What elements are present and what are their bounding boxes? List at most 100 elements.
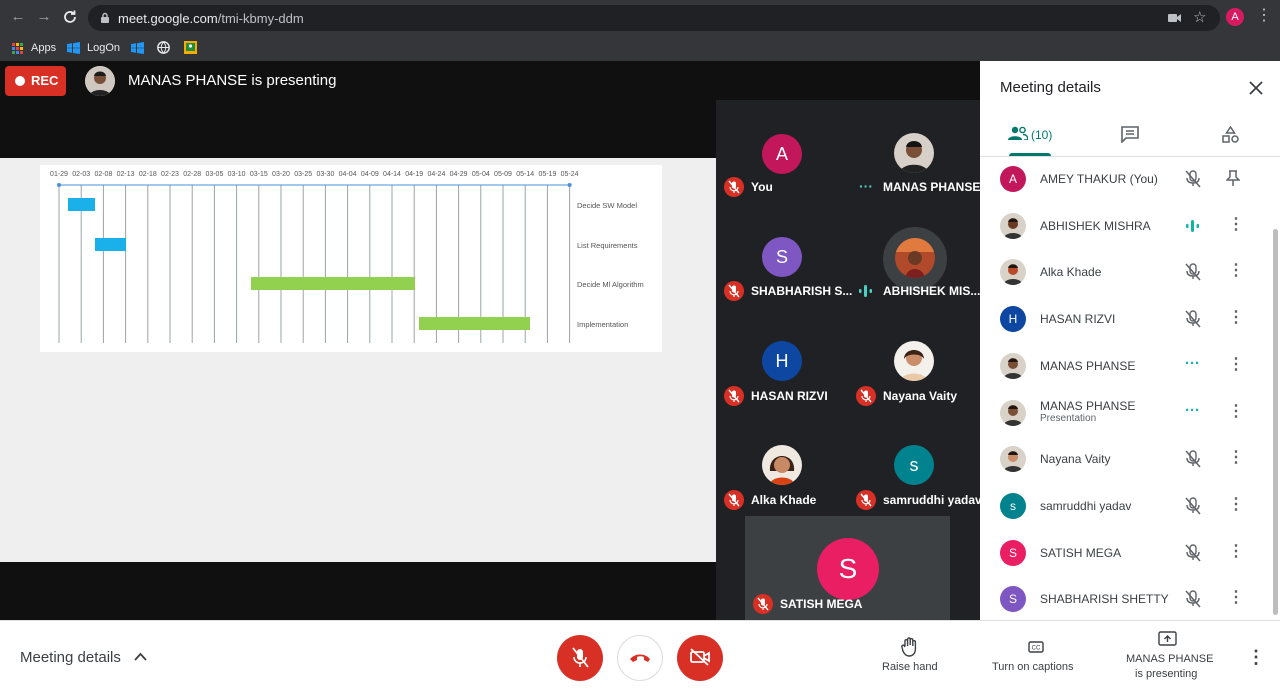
close-icon[interactable] bbox=[1249, 81, 1263, 95]
captions-icon: CC bbox=[1028, 641, 1044, 653]
chat-icon bbox=[1121, 126, 1139, 143]
gantt-date-label: 04-29 bbox=[450, 171, 468, 178]
presenting-title: MANAS PHANSE is presenting bbox=[128, 72, 337, 89]
back-arrow-icon[interactable]: ← bbox=[9, 8, 27, 26]
gantt-date-label: 05-14 bbox=[516, 171, 534, 178]
gantt-date-label: 03-25 bbox=[294, 171, 312, 178]
mic-off-icon bbox=[1185, 590, 1201, 608]
windows-bookmark-icon[interactable] bbox=[131, 42, 144, 54]
more-options-icon[interactable]: ⋮ bbox=[1247, 647, 1265, 667]
record-dot-icon bbox=[15, 76, 25, 86]
bookmark-logon[interactable]: LogOn bbox=[67, 39, 120, 57]
gantt-date-label: 04-14 bbox=[383, 171, 401, 178]
participant-name: SHABHARISH SHETTY bbox=[1040, 592, 1169, 607]
participant-row[interactable]: H HASAN RIZVI ⋮ bbox=[980, 296, 1280, 342]
participant-row[interactable]: MANAS PHANSE ··· ⋮ bbox=[980, 343, 1280, 389]
tile-name: SHABHARISH S... bbox=[751, 284, 853, 298]
mic-off-icon bbox=[724, 490, 744, 510]
tab-people[interactable]: (10) bbox=[980, 116, 1080, 156]
bookmark-apps[interactable]: Apps bbox=[12, 39, 56, 57]
mic-off-icon bbox=[724, 386, 744, 406]
participant-row[interactable]: Nayana Vaity ⋮ bbox=[980, 436, 1280, 482]
tile-avatar bbox=[894, 341, 934, 381]
gantt-date-label: 02-13 bbox=[117, 171, 135, 178]
people-count: (10) bbox=[1031, 128, 1053, 142]
bookmarks-bar: Apps LogOn bbox=[0, 35, 1280, 61]
tile-avatar: s bbox=[894, 445, 934, 485]
gantt-date-label: 04-24 bbox=[427, 171, 445, 178]
more-options-icon[interactable]: ⋮ bbox=[1228, 449, 1244, 467]
more-options-icon[interactable]: ⋮ bbox=[1228, 589, 1244, 607]
classroom-icon[interactable] bbox=[184, 41, 197, 54]
participant-row[interactable]: A AMEY THAKUR (You) bbox=[980, 156, 1280, 202]
dots-icon: ··· bbox=[859, 178, 873, 194]
captions-button[interactable]: CC Turn on captions bbox=[990, 631, 1082, 685]
address-bar[interactable]: meet.google.com/tmi-kbmy-ddm ☆ bbox=[88, 5, 1220, 31]
profile-avatar[interactable]: A bbox=[1226, 8, 1244, 26]
gantt-date-label: 03-05 bbox=[205, 171, 223, 178]
participant-avatar: H bbox=[1000, 306, 1026, 333]
gantt-date-label: 02-03 bbox=[72, 171, 90, 178]
more-options-icon[interactable]: ⋮ bbox=[1228, 543, 1244, 561]
apps-grid-icon bbox=[12, 43, 23, 54]
satish-tile: S SATISH MEGA bbox=[745, 516, 950, 620]
gantt-date-label: 04-04 bbox=[339, 171, 357, 178]
participant-row[interactable]: s samruddhi yadav ⋮ bbox=[980, 483, 1280, 529]
participant-row[interactable]: ABHISHEK MISHRA ⋮ bbox=[980, 203, 1280, 249]
star-icon[interactable]: ☆ bbox=[1193, 8, 1206, 26]
participant-avatar: S bbox=[1000, 539, 1026, 566]
tile-avatar: S bbox=[817, 538, 879, 600]
url-text: meet.google.com/tmi-kbmy-ddm bbox=[118, 11, 304, 26]
more-options-icon[interactable]: ⋮ bbox=[1228, 216, 1244, 234]
presenting-label-line2: is presenting bbox=[1135, 668, 1198, 680]
tab-activities[interactable] bbox=[1180, 116, 1280, 156]
tile-avatar: S bbox=[762, 237, 802, 277]
chevron-up-icon[interactable] bbox=[134, 652, 147, 661]
meeting-details-button[interactable]: Meeting details bbox=[20, 649, 121, 666]
windows-icon bbox=[67, 42, 80, 54]
forward-arrow-icon[interactable]: → bbox=[35, 8, 53, 26]
gantt-date-label: 02-23 bbox=[161, 171, 179, 178]
shapes-icon bbox=[1222, 126, 1239, 143]
leave-call-button[interactable] bbox=[617, 635, 663, 681]
scrollbar[interactable] bbox=[1273, 229, 1278, 615]
gantt-date-label: 04-09 bbox=[361, 171, 379, 178]
raise-hand-button[interactable]: Raise hand bbox=[876, 631, 944, 685]
participant-name: Nayana Vaity bbox=[1040, 452, 1111, 467]
globe-icon[interactable] bbox=[157, 41, 170, 54]
dots-icon: ··· bbox=[1185, 354, 1200, 372]
participant-row[interactable]: S SATISH MEGA ⋮ bbox=[980, 530, 1280, 576]
more-options-icon[interactable]: ⋮ bbox=[1228, 356, 1244, 374]
camera-toggle-button[interactable] bbox=[677, 635, 723, 681]
mic-toggle-button[interactable] bbox=[557, 635, 603, 681]
tile-avatar bbox=[895, 238, 935, 278]
audio-level-icon bbox=[859, 285, 872, 297]
tile-name: You bbox=[751, 180, 773, 194]
camera-blocked-icon[interactable] bbox=[1168, 13, 1182, 23]
dots-icon: ··· bbox=[1185, 401, 1200, 419]
more-options-icon[interactable]: ⋮ bbox=[1228, 403, 1244, 421]
more-options-icon[interactable]: ⋮ bbox=[1228, 262, 1244, 280]
browser-menu-icon[interactable]: ⋮ bbox=[1256, 7, 1272, 25]
mic-off-icon bbox=[1185, 263, 1201, 281]
more-options-icon[interactable]: ⋮ bbox=[1228, 309, 1244, 327]
mic-off-icon bbox=[1185, 170, 1201, 188]
people-icon bbox=[1008, 126, 1028, 140]
gantt-chart-svg: 01-29 02-03 02-08 02-13 02-18 02-23 02-28 03-05… bbox=[50, 171, 644, 343]
meeting-stage: REC MANAS PHANSE is presenting 01-29 02-0… bbox=[0, 61, 982, 620]
pin-icon[interactable] bbox=[1226, 170, 1240, 187]
gantt-axis-handle bbox=[57, 183, 61, 187]
reload-icon[interactable] bbox=[62, 8, 80, 26]
gantt-date-label: 05-24 bbox=[561, 171, 579, 178]
presenting-button[interactable]: MANAS PHANSE is presenting bbox=[1120, 629, 1214, 687]
participant-row[interactable]: S SHABHARISH SHETTY ⋮ bbox=[980, 576, 1280, 622]
present-screen-icon bbox=[1158, 631, 1177, 646]
participant-row[interactable]: Alka Khade ⋮ bbox=[980, 249, 1280, 295]
participant-avatar bbox=[1000, 399, 1026, 426]
participant-row[interactable]: MANAS PHANSE Presentation ··· ⋮ bbox=[980, 390, 1280, 436]
tab-chat[interactable] bbox=[1080, 116, 1180, 156]
participant-avatar bbox=[1000, 212, 1026, 239]
more-options-icon[interactable]: ⋮ bbox=[1228, 496, 1244, 514]
gantt-date-label: 03-10 bbox=[228, 171, 246, 178]
mic-off-icon bbox=[753, 594, 773, 614]
